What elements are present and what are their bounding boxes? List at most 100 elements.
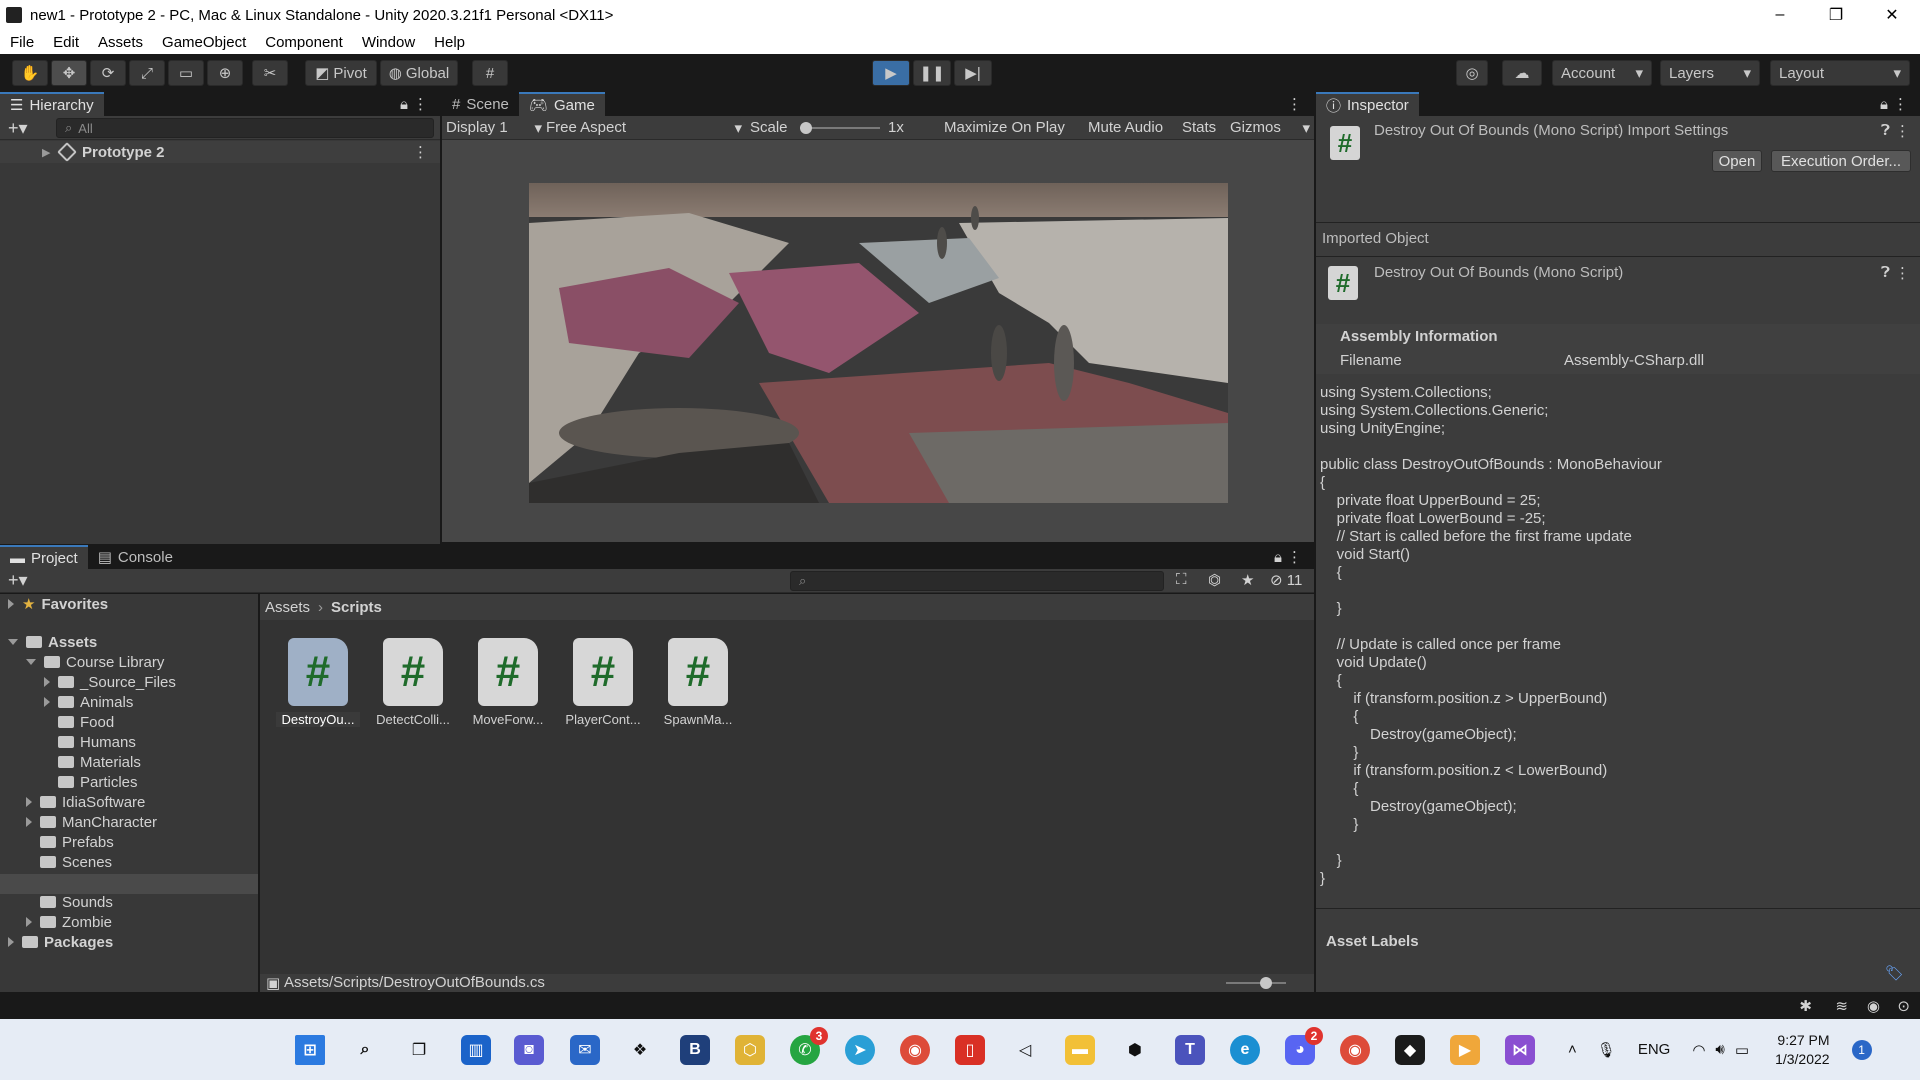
menu-gameobject[interactable]: GameObject bbox=[162, 34, 246, 51]
progress-stack-icon[interactable]: ≋ bbox=[1835, 997, 1848, 1015]
tree-favorites[interactable]: ★ Favorites bbox=[8, 594, 108, 614]
tab-project[interactable]: ▬ Project bbox=[0, 545, 88, 569]
hierarchy-scene-row[interactable]: ▶ Prototype 2 ⋮ bbox=[0, 141, 440, 163]
tree-assets-root[interactable]: Assets bbox=[8, 632, 97, 652]
icon-size-slider[interactable] bbox=[1226, 977, 1286, 989]
chrome-profile-icon[interactable]: ◉ bbox=[1340, 1035, 1370, 1065]
collab-icon[interactable]: ◎ bbox=[1456, 60, 1488, 86]
cache-server-icon[interactable]: ◉ bbox=[1867, 997, 1880, 1015]
tab-game[interactable]: 🎮︎ Game bbox=[518, 92, 605, 116]
filter-by-label-icon[interactable]: ⏣ bbox=[1208, 571, 1221, 589]
kebab-menu-icon[interactable]: ⋮ bbox=[1287, 95, 1302, 113]
battery-icon[interactable]: ▭ bbox=[1735, 1041, 1749, 1059]
asset-item[interactable]: # PlayerCont... bbox=[561, 638, 645, 727]
widgets-icon[interactable]: ▥ bbox=[461, 1035, 491, 1065]
tree-folder-item[interactable]: Course Library bbox=[26, 652, 164, 672]
tree-folder-item[interactable]: IdiaSoftware bbox=[26, 792, 145, 812]
star-icon[interactable]: ★ bbox=[1241, 571, 1254, 589]
tree-folder-item[interactable]: Humans bbox=[44, 732, 136, 752]
hierarchy-search-input[interactable]: ⌕ All bbox=[56, 118, 434, 138]
tree-folder-item[interactable]: Materials bbox=[44, 752, 141, 772]
play-button[interactable]: ▶ bbox=[872, 60, 910, 86]
scale-slider-handle[interactable] bbox=[800, 122, 812, 134]
tree-folder-item[interactable]: Food bbox=[44, 712, 114, 732]
kebab-menu-icon[interactable]: ⋮ bbox=[1895, 264, 1910, 282]
pivot-toggle[interactable]: ◩ Pivot bbox=[305, 60, 377, 86]
unity-cube-icon[interactable]: ⬢ bbox=[1120, 1035, 1150, 1065]
dropbox-icon[interactable]: ❖ bbox=[625, 1035, 655, 1065]
mail-icon[interactable]: ✉ bbox=[570, 1035, 600, 1065]
teams-icon[interactable]: T bbox=[1175, 1035, 1205, 1065]
aspect-dropdown[interactable]: Free Aspect ▾ bbox=[546, 119, 742, 137]
open-button[interactable]: Open bbox=[1712, 150, 1762, 172]
tree-folder-item[interactable]: Particles bbox=[44, 772, 138, 792]
tab-console[interactable]: ▤ Console bbox=[88, 545, 183, 569]
search-icon[interactable]: ⌕ bbox=[350, 1035, 380, 1065]
tab-hierarchy[interactable]: ☰ Hierarchy bbox=[0, 92, 104, 116]
cloud-icon[interactable]: ☁ bbox=[1502, 60, 1542, 86]
tree-folder-item[interactable]: Zombie bbox=[26, 912, 112, 932]
menu-help[interactable]: Help bbox=[434, 34, 465, 51]
file-explorer-icon[interactable]: ▬ bbox=[1065, 1035, 1095, 1065]
b-app-icon[interactable]: B bbox=[680, 1035, 710, 1065]
project-search-input[interactable]: ⌕ bbox=[790, 571, 1164, 591]
restore-button[interactable]: ❐ bbox=[1808, 0, 1864, 30]
windows-start-icon[interactable]: ⊞ bbox=[295, 1035, 325, 1065]
lock-icon[interactable]: 🔒︎ bbox=[1880, 96, 1888, 113]
tree-folder-item[interactable]: Scenes bbox=[26, 852, 112, 872]
chevron-up-icon[interactable]: ˄ bbox=[1568, 1041, 1577, 1058]
visual-studio-icon[interactable]: ⋈ bbox=[1505, 1035, 1535, 1065]
game-render[interactable] bbox=[529, 183, 1228, 503]
stats-toggle[interactable]: Stats bbox=[1182, 119, 1216, 136]
minimize-button[interactable]: – bbox=[1752, 0, 1808, 30]
menu-edit[interactable]: Edit bbox=[53, 34, 79, 51]
debug-bug-icon[interactable]: ✱ bbox=[1799, 997, 1812, 1015]
check-circle-icon[interactable]: ⊙ bbox=[1897, 997, 1910, 1015]
kebab-menu-icon[interactable]: ⋮ bbox=[413, 95, 428, 113]
tree-folder-item[interactable]: _Source_Files bbox=[44, 672, 176, 692]
asset-item[interactable]: # DestroyOu... bbox=[276, 638, 360, 727]
step-button[interactable]: ▶| bbox=[954, 60, 992, 86]
account-dropdown[interactable]: Account ▾ bbox=[1552, 60, 1652, 86]
scale-tool-icon[interactable]: ⤢ bbox=[129, 60, 165, 86]
breadcrumb-assets[interactable]: Assets bbox=[265, 599, 310, 616]
tree-folder-item[interactable]: Prefabs bbox=[26, 832, 114, 852]
teams-chat-icon[interactable]: ◙ bbox=[514, 1035, 544, 1065]
mute-audio-toggle[interactable]: Mute Audio bbox=[1088, 119, 1163, 136]
discord-icon[interactable]: ◕ 2 bbox=[1285, 1027, 1323, 1065]
telegram-icon[interactable]: ➤ bbox=[845, 1035, 875, 1065]
clock[interactable]: 9:27 PM 1/3/2022 bbox=[1775, 1031, 1830, 1069]
whatsapp-icon[interactable]: ✆ 3 bbox=[790, 1027, 828, 1065]
layout-dropdown[interactable]: Layout ▾ bbox=[1770, 60, 1910, 86]
menu-file[interactable]: File bbox=[10, 34, 34, 51]
maximize-on-play-toggle[interactable]: Maximize On Play bbox=[944, 119, 1065, 136]
gizmos-dropdown[interactable]: Gizmos ▾ bbox=[1230, 119, 1310, 137]
execution-order-button[interactable]: Execution Order... bbox=[1771, 150, 1911, 172]
unity-hub-icon[interactable]: ◁ bbox=[1010, 1035, 1040, 1065]
unity-editor-icon[interactable]: ◆ bbox=[1395, 1035, 1425, 1065]
asset-item[interactable]: # DetectColli... bbox=[371, 638, 455, 727]
rect-tool-icon[interactable]: ▭ bbox=[168, 60, 204, 86]
grid-snap-icon[interactable]: # bbox=[472, 60, 508, 86]
tree-folder-item[interactable]: Sounds bbox=[26, 892, 113, 912]
kebab-menu-icon[interactable]: ⋮ bbox=[1895, 122, 1910, 140]
media-player-icon[interactable]: ▶ bbox=[1450, 1035, 1480, 1065]
scale-slider[interactable] bbox=[800, 122, 880, 134]
volume-icon[interactable]: 🔊︎ bbox=[1715, 1041, 1724, 1058]
tree-folder-item[interactable]: Animals bbox=[44, 692, 133, 712]
menu-assets[interactable]: Assets bbox=[98, 34, 143, 51]
menu-component[interactable]: Component bbox=[265, 34, 343, 51]
tree-packages[interactable]: Packages bbox=[8, 932, 113, 952]
menu-window[interactable]: Window bbox=[362, 34, 415, 51]
lock-icon[interactable]: 🔒︎ bbox=[1274, 549, 1282, 566]
hexagon-app-icon[interactable]: ⬡ bbox=[735, 1035, 765, 1065]
rotate-tool-icon[interactable]: ⟳ bbox=[90, 60, 126, 86]
transform-tool-icon[interactable]: ⊕ bbox=[207, 60, 243, 86]
task-view-icon[interactable]: ❐ bbox=[404, 1035, 434, 1065]
microphone-icon[interactable]: 🎙︎ bbox=[1597, 1041, 1616, 1059]
language-indicator[interactable]: ENG bbox=[1638, 1041, 1671, 1058]
breadcrumb-scripts[interactable]: Scripts bbox=[331, 599, 382, 616]
tree-folder-item[interactable]: ManCharacter bbox=[26, 812, 157, 832]
asset-item[interactable]: # SpawnMa... bbox=[656, 638, 740, 727]
icon-size-handle[interactable] bbox=[1260, 977, 1272, 989]
